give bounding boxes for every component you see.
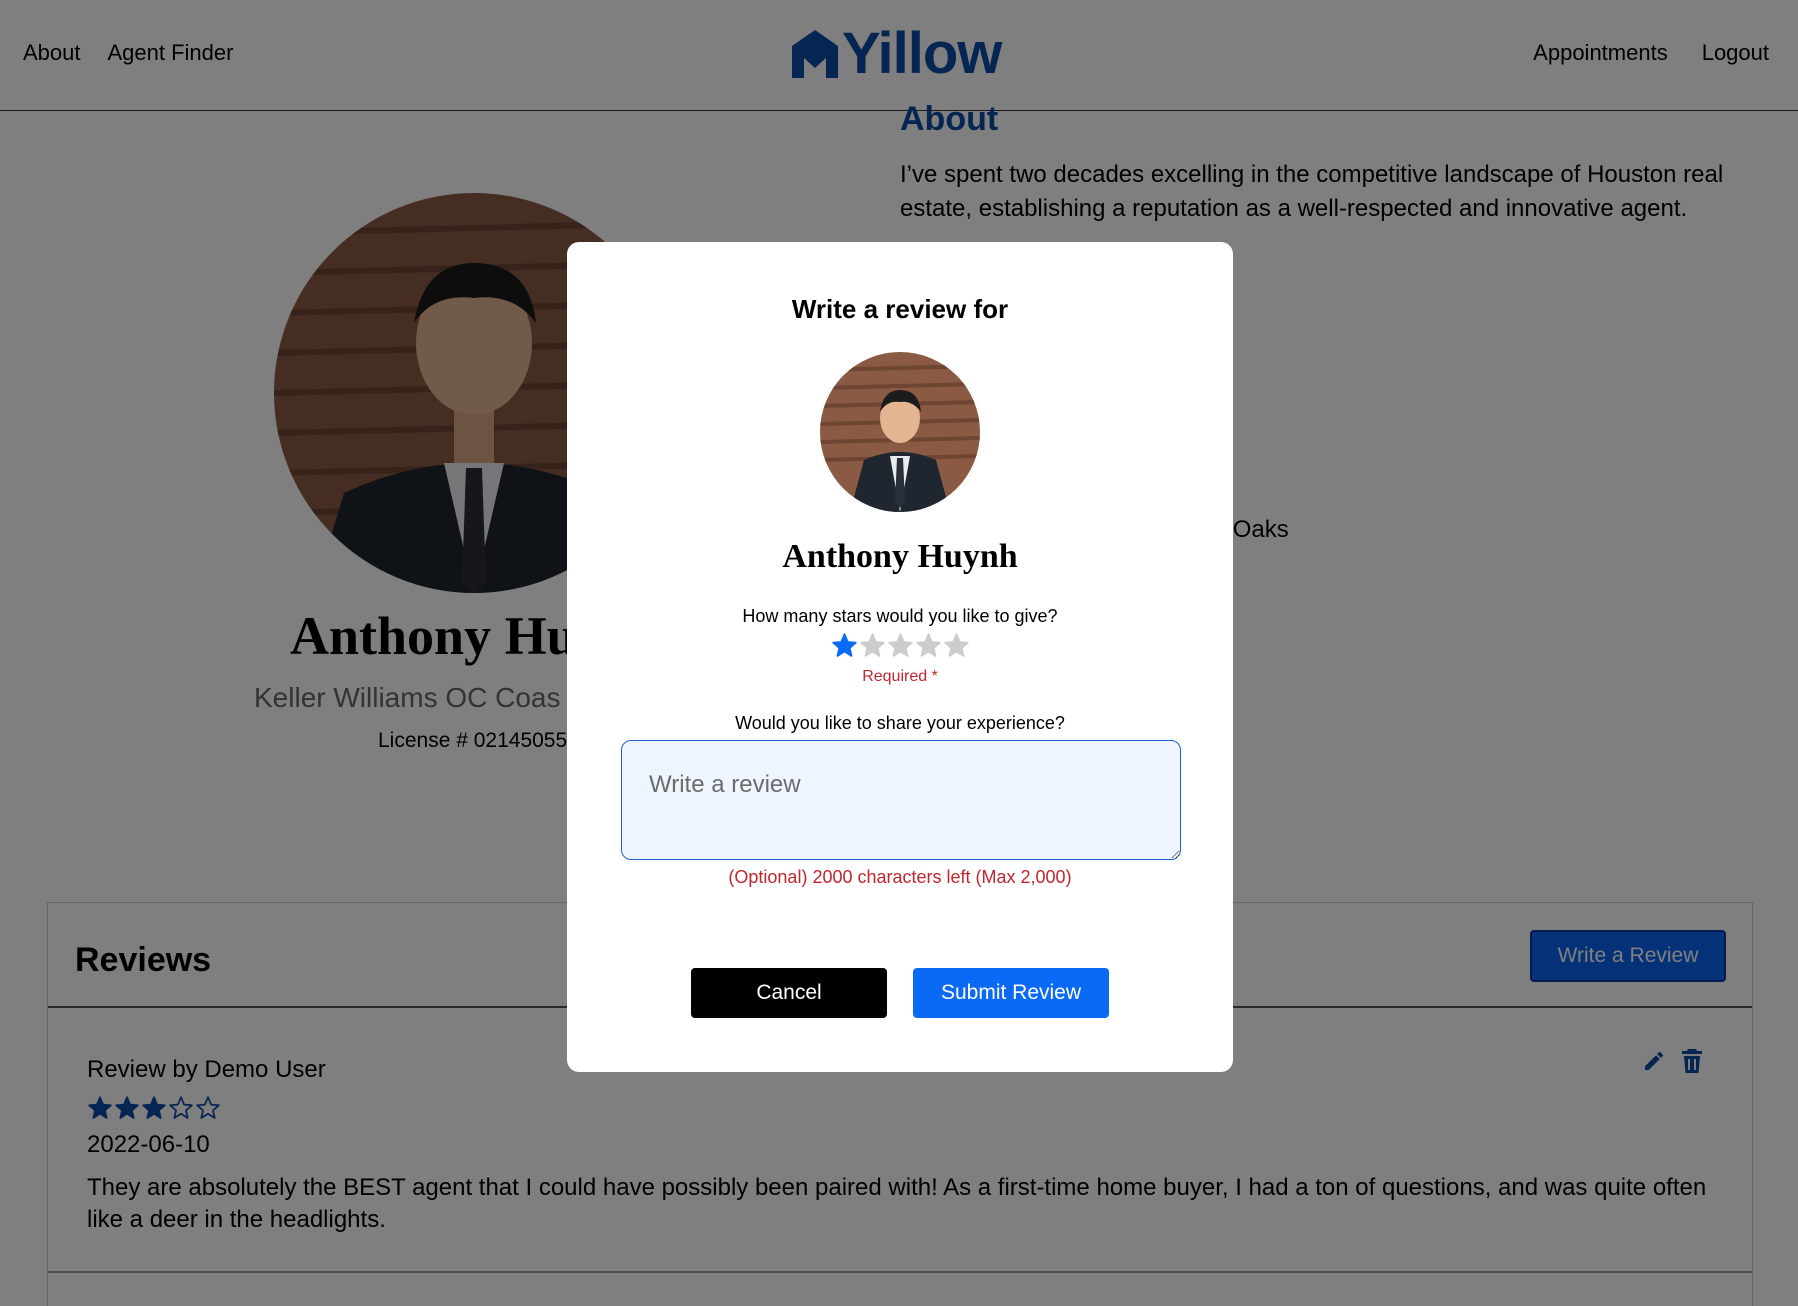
star-option-icon[interactable]: [887, 632, 914, 659]
share-experience-question: Would you like to share your experience?: [735, 713, 1065, 733]
required-note: Required *: [862, 668, 938, 685]
star-option-icon[interactable]: [915, 632, 942, 659]
modal-agent-photo: [820, 352, 980, 512]
star-option-icon[interactable]: [943, 632, 970, 659]
review-textarea[interactable]: [621, 740, 1181, 860]
cancel-button[interactable]: Cancel: [691, 968, 887, 1018]
submit-review-button[interactable]: Submit Review: [913, 968, 1109, 1018]
modal-title: Write a review for: [791, 294, 1009, 324]
stars-question: How many stars would you like to give?: [742, 606, 1058, 626]
review-modal: Write a review for Anthony Huynh How man…: [567, 242, 1233, 1072]
char-count-note: (Optional) 2000 characters left (Max 2,0…: [728, 867, 1072, 887]
modal-agent-name: Anthony Huynh: [782, 538, 1018, 575]
star-rating-picker: [831, 632, 970, 659]
star-option-icon[interactable]: [831, 632, 858, 659]
star-option-icon[interactable]: [859, 632, 886, 659]
